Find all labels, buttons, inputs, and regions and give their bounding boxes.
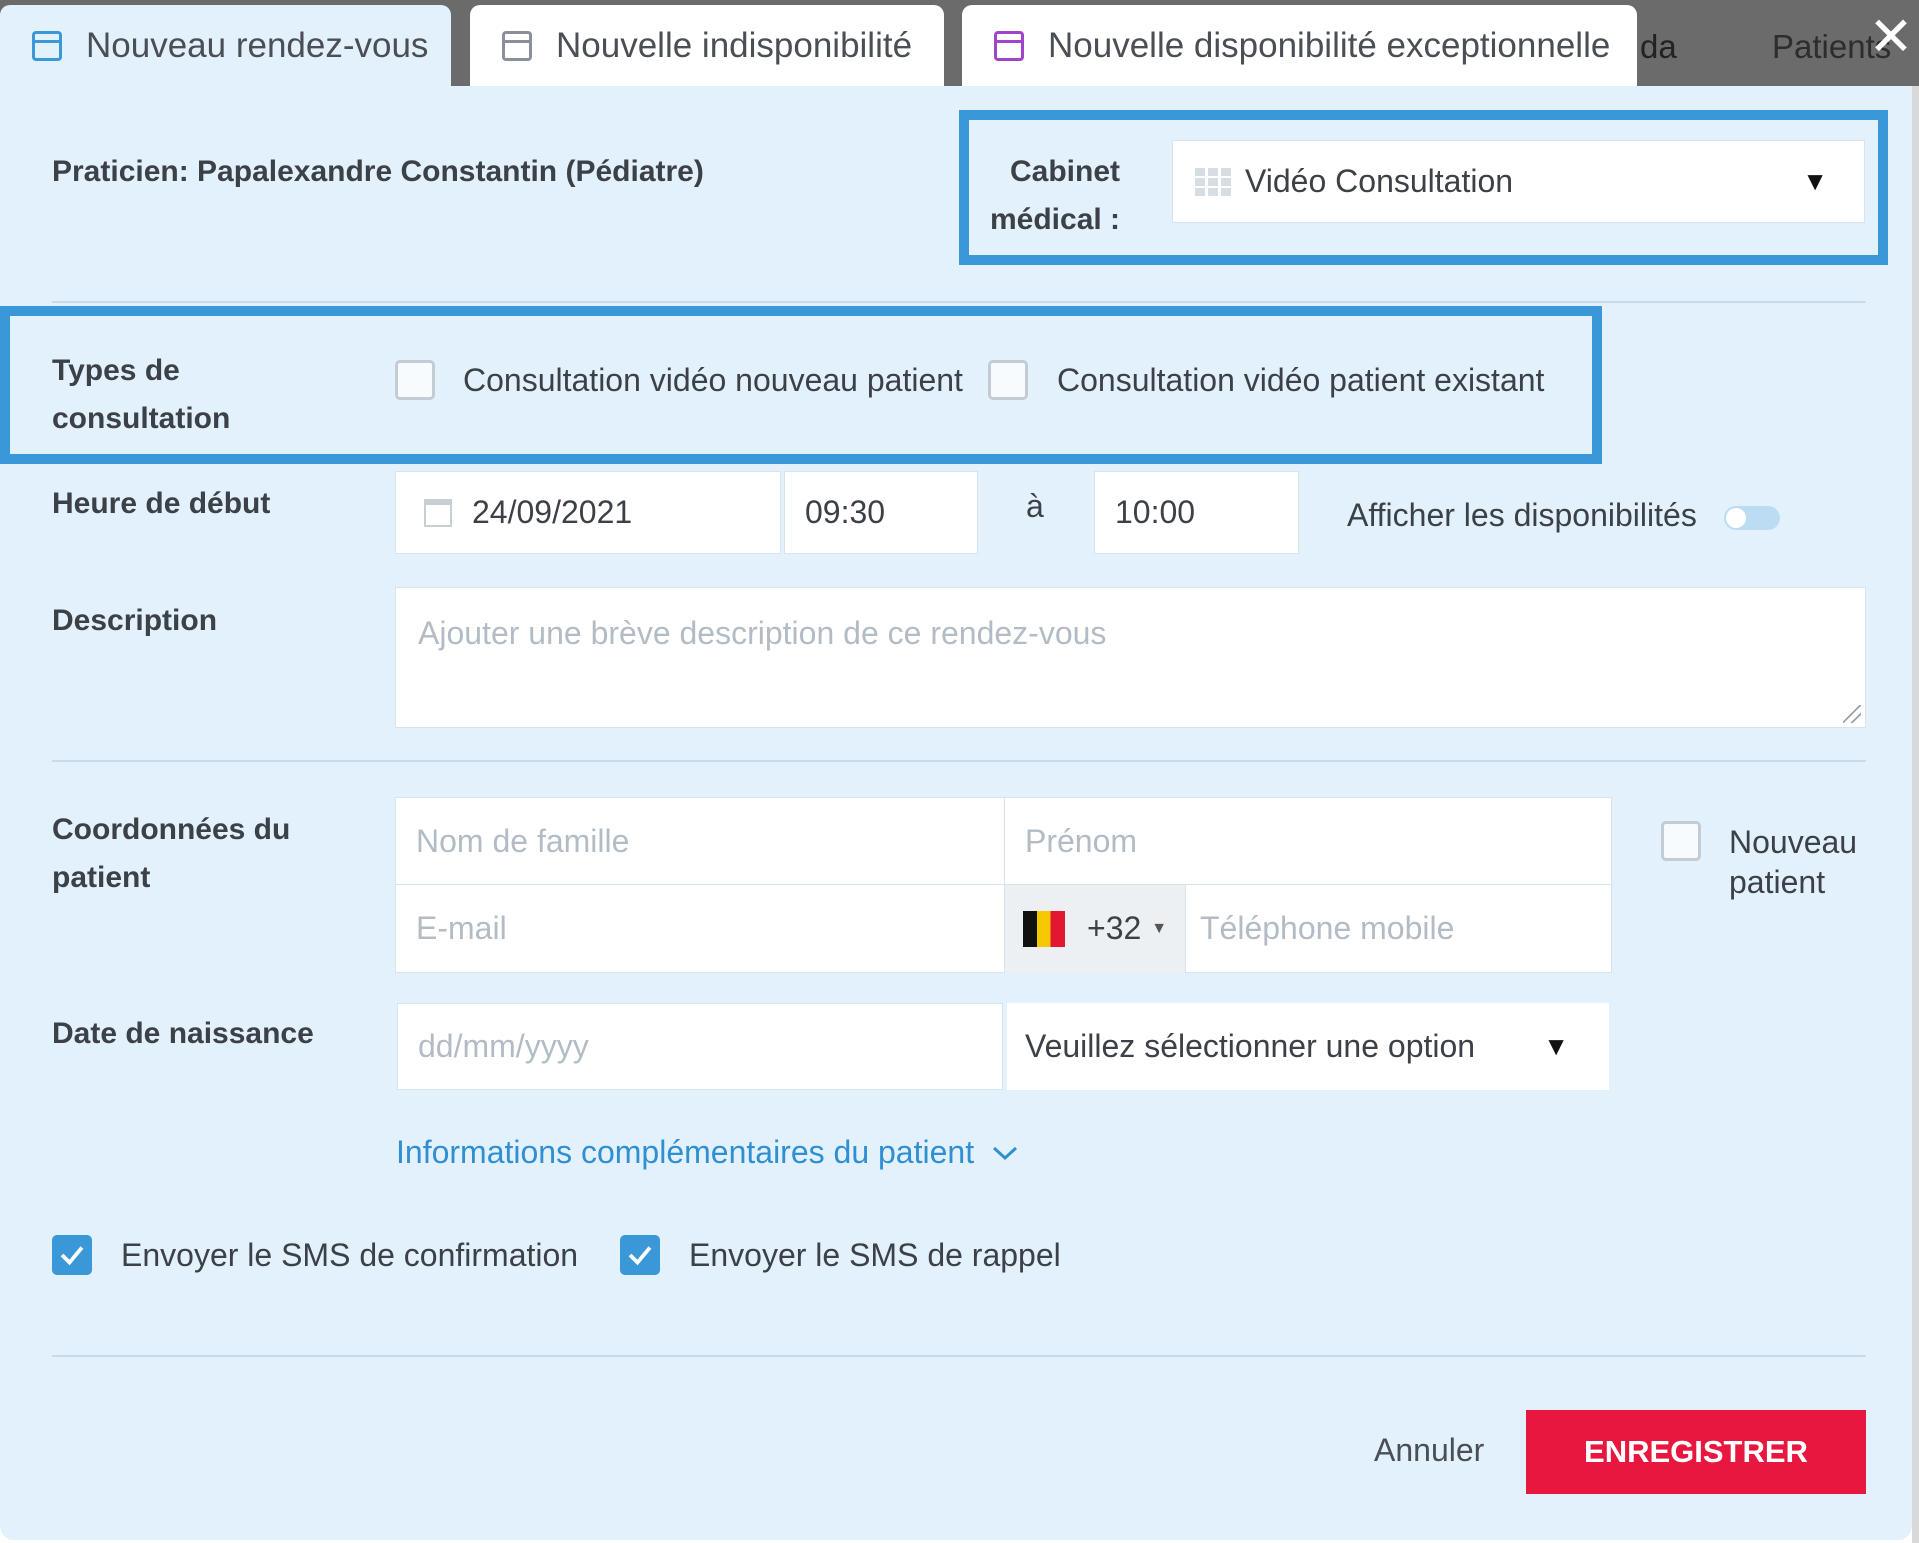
resize-handle-icon[interactable] <box>1843 705 1861 723</box>
more-patient-info-label: Informations complémentaires du patient <box>396 1134 975 1170</box>
cabinet-value: Vidéo Consultation <box>1245 163 1514 199</box>
calendar-icon <box>994 30 1024 61</box>
first-name-placeholder: Prénom <box>1025 822 1138 859</box>
tab-label: Nouveau rendez-vous <box>86 25 429 65</box>
dropdown-arrow-icon: ▼ <box>1802 166 1828 196</box>
start-time-input[interactable]: 09:30 <box>784 471 978 554</box>
birth-date-placeholder: dd/mm/yyyy <box>418 1028 589 1064</box>
mobile-phone-placeholder: Téléphone mobile <box>1200 910 1455 946</box>
country-code-selector[interactable]: +32 ▼ <box>1005 885 1185 972</box>
dropdown-arrow-icon: ▼ <box>1543 1031 1569 1061</box>
save-button[interactable]: ENREGISTRER <box>1526 1410 1866 1494</box>
patient-label-line2: patient <box>52 861 151 894</box>
start-time-label: Heure de début <box>52 487 271 520</box>
show-availability-label: Afficher les disponibilités <box>1347 497 1697 533</box>
sms-confirmation-checkbox[interactable] <box>52 1235 92 1275</box>
time-separator: à <box>1026 488 1044 524</box>
date-input[interactable]: 24/09/2021 <box>395 471 781 554</box>
cabinet-label-line1: Cabinet <box>1010 155 1121 188</box>
cabinet-label-line2: médical : <box>990 203 1121 236</box>
email-placeholder: E-mail <box>416 910 507 946</box>
patient-label-line1: Coordonnées du <box>52 813 291 846</box>
new-patient-label-line2: patient <box>1729 864 1826 900</box>
tab-new-unavailability[interactable]: Nouvelle indisponibilité <box>470 5 944 86</box>
consultation-types-label-line1: Types de <box>52 354 180 387</box>
birth-date-input[interactable]: dd/mm/yyyy <box>397 1003 1003 1090</box>
email-input[interactable]: E-mail <box>395 884 1005 973</box>
gender-select[interactable]: Veuillez sélectionner une option ▼ <box>1007 1003 1609 1090</box>
new-patient-label: Nouveau patient <box>1729 822 1857 902</box>
cabinet-select[interactable]: Vidéo Consultation ▼ <box>1172 140 1865 223</box>
background-tab-agenda[interactable]: da <box>1640 28 1677 66</box>
check-icon <box>60 1246 84 1266</box>
date-value: 24/09/2021 <box>472 494 633 530</box>
consultation-existing-patient-label: Consultation vidéo patient existant <box>1057 362 1545 398</box>
start-time-value: 09:30 <box>805 494 886 530</box>
mobile-phone-input[interactable]: Téléphone mobile <box>1185 884 1612 973</box>
consultation-existing-patient-checkbox[interactable] <box>988 360 1028 400</box>
check-icon <box>628 1246 652 1266</box>
belgium-flag-icon <box>1023 910 1065 947</box>
sms-reminder-checkbox[interactable] <box>620 1235 660 1275</box>
new-patient-checkbox[interactable] <box>1661 821 1701 861</box>
consultation-new-patient-label: Consultation vidéo nouveau patient <box>463 362 963 398</box>
end-time-value: 10:00 <box>1115 494 1196 530</box>
show-availability-toggle[interactable] <box>1724 506 1780 530</box>
calendar-minus-icon <box>502 30 532 61</box>
first-name-input[interactable]: Prénom <box>1004 797 1612 885</box>
practitioner-label: Praticien: Papalexandre Constantin (Pédi… <box>52 155 704 188</box>
tab-new-appointment[interactable]: Nouveau rendez-vous <box>0 5 451 86</box>
divider <box>52 301 1866 303</box>
page-edge <box>1912 86 1919 1543</box>
description-placeholder: Ajouter une brève description de ce rend… <box>418 615 1107 651</box>
last-name-placeholder: Nom de famille <box>416 822 630 859</box>
tab-label: Nouvelle disponibilité exceptionnelle <box>1048 25 1611 65</box>
country-code: +32 <box>1087 910 1142 946</box>
last-name-input[interactable]: Nom de famille <box>395 797 1005 885</box>
divider <box>52 1355 1866 1357</box>
grid-icon <box>1195 167 1233 196</box>
consultation-new-patient-checkbox[interactable] <box>395 360 435 400</box>
birth-date-label: Date de naissance <box>52 1017 314 1050</box>
description-label: Description <box>52 604 218 637</box>
sms-reminder-label: Envoyer le SMS de rappel <box>689 1237 1061 1273</box>
toggle-knob <box>1726 508 1746 528</box>
cancel-button[interactable]: Annuler <box>1374 1432 1484 1469</box>
caret-down-icon: ▼ <box>1151 919 1168 937</box>
close-icon[interactable]: ✕ <box>1866 10 1916 64</box>
end-time-input[interactable]: 10:00 <box>1094 471 1299 554</box>
sms-confirmation-label: Envoyer le SMS de confirmation <box>121 1237 579 1273</box>
divider <box>52 760 1866 762</box>
calendar-icon <box>424 498 452 527</box>
description-textarea[interactable]: Ajouter une brève description de ce rend… <box>395 587 1866 728</box>
chevron-down-icon <box>993 1146 1018 1160</box>
gender-select-value: Veuillez sélectionner une option <box>1025 1028 1476 1064</box>
more-patient-info-link[interactable]: Informations complémentaires du patient <box>396 1134 1020 1171</box>
tab-label: Nouvelle indisponibilité <box>556 25 913 65</box>
new-patient-label-line1: Nouveau <box>1729 824 1858 860</box>
tab-new-exceptional-availability[interactable]: Nouvelle disponibilité exceptionnelle <box>962 5 1637 86</box>
consultation-types-label-line2: consultation <box>52 402 231 435</box>
calendar-plus-icon <box>32 30 62 61</box>
